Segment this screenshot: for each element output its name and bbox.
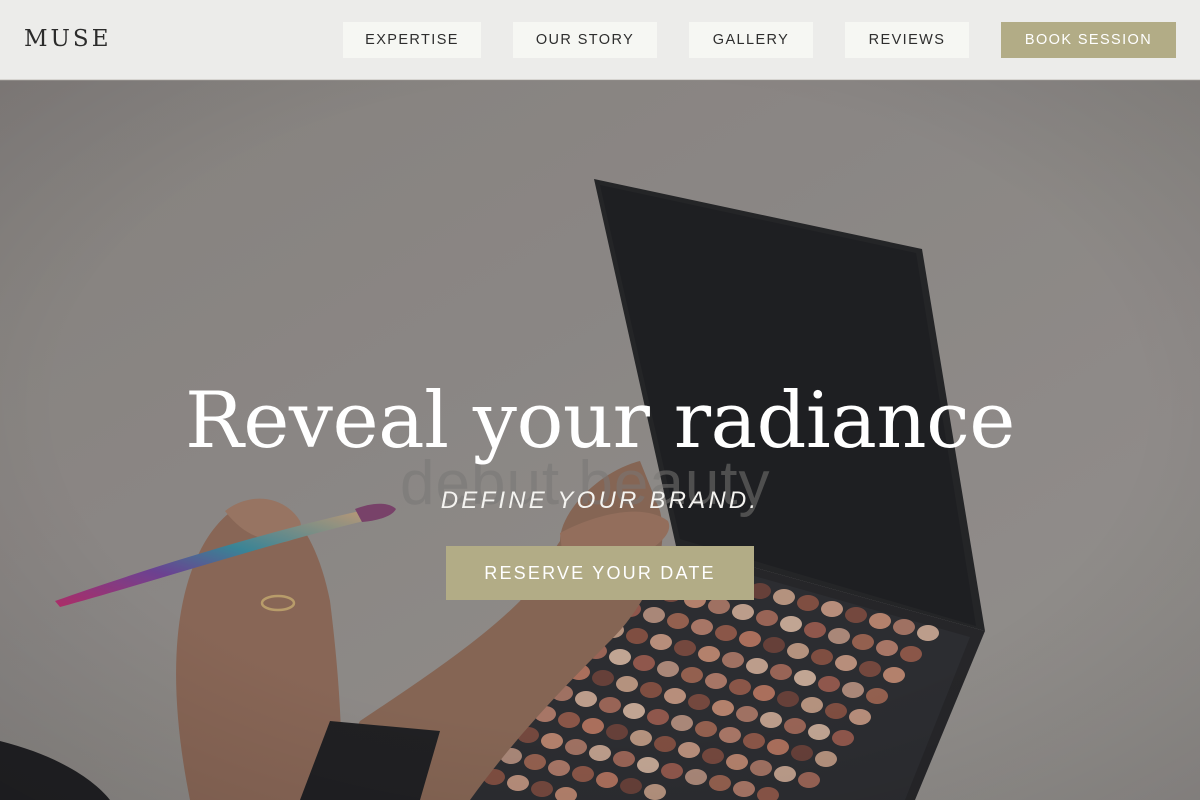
brand-logo[interactable]: MUSE bbox=[24, 26, 111, 52]
nav-item-gallery[interactable]: GALLERY bbox=[689, 22, 813, 58]
hero-section: debut beauty Reveal your radiance DEFINE… bbox=[0, 81, 1200, 800]
nav-item-reviews[interactable]: REVIEWS bbox=[845, 22, 969, 58]
nav-item-our-story[interactable]: OUR STORY bbox=[513, 22, 657, 58]
book-session-button[interactable]: BOOK SESSION bbox=[1001, 22, 1176, 58]
nav-item-expertise[interactable]: EXPERTISE bbox=[343, 22, 481, 58]
hero-subtitle: DEFINE YOUR BRAND. bbox=[440, 487, 760, 514]
top-navbar: MUSE EXPERTISE OUR STORY GALLERY REVIEWS… bbox=[0, 0, 1200, 80]
reserve-date-button[interactable]: RESERVE YOUR DATE bbox=[446, 546, 754, 600]
hero-title: Reveal your radiance bbox=[185, 376, 1015, 466]
